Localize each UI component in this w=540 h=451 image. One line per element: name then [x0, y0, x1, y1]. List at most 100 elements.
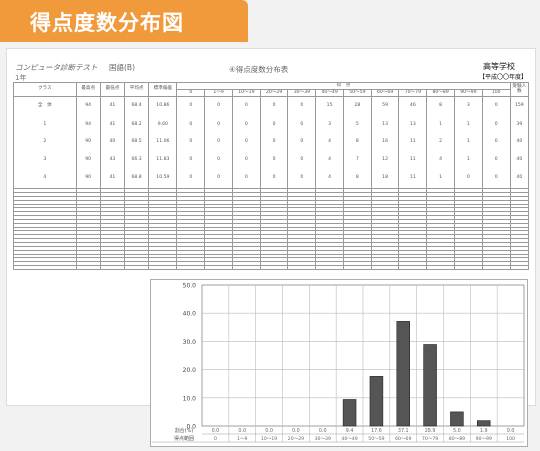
- histogram-bar: [396, 321, 410, 427]
- table-cell: 0: [259, 96, 289, 117]
- ratio-row-label: 割合(%): [175, 427, 194, 434]
- table-cell: 41: [99, 116, 126, 134]
- table-cell: 0: [176, 151, 206, 170]
- table-cell: 全 体: [13, 96, 77, 117]
- table-cell: 94: [75, 96, 101, 117]
- table-cell: 0: [176, 169, 206, 189]
- table-cell: [370, 265, 400, 270]
- bin-header: 1〜9: [204, 89, 233, 97]
- table-cell: 0: [481, 169, 511, 189]
- category-label: 40〜49: [341, 436, 357, 442]
- table-cell: [75, 265, 101, 270]
- era-label: 【平成〇〇年度】: [478, 74, 527, 81]
- table-cell: 90: [75, 133, 101, 152]
- table-cell: 3: [315, 116, 344, 134]
- category-label: 100: [506, 436, 515, 442]
- y-tick-label: 10.0: [183, 395, 197, 402]
- chart-frame: [150, 279, 528, 447]
- bin-header: 20〜29: [259, 89, 289, 97]
- table-cell: 68.4: [124, 96, 150, 117]
- col-header-total: 受験人数: [509, 82, 530, 97]
- table-cell: 0: [287, 151, 317, 170]
- table-cell: 0: [287, 116, 317, 134]
- ratio-value-label: 37.1: [398, 428, 409, 434]
- table-cell: 5: [342, 116, 372, 134]
- table-cell: 4: [426, 151, 455, 170]
- col-header-max: 最高点: [75, 82, 101, 97]
- histogram-bar: [477, 420, 491, 427]
- table-cell: 0: [481, 96, 511, 117]
- frequency-table: クラス 最高点 最低点 平均点 標準偏差 得 点 受験人数 0 1〜9 10〜19 2…: [13, 82, 530, 270]
- table-cell: 2: [13, 133, 77, 152]
- table-cell: [148, 265, 178, 270]
- table-cell: 0: [287, 96, 317, 117]
- histogram-bar: [369, 376, 384, 427]
- bin-header: 90〜99: [453, 89, 483, 97]
- bin-header: 40〜49: [315, 89, 344, 97]
- school-name: 高等学校: [483, 62, 515, 71]
- document-title: ④得点度数分布表: [229, 65, 289, 74]
- table-cell: 13: [370, 116, 400, 134]
- ratio-value-label: 0.0: [265, 428, 273, 434]
- table-cell: 41: [99, 96, 126, 117]
- table-cell: 1: [453, 151, 483, 170]
- table-cell: 0: [231, 116, 261, 134]
- category-label: 20〜29: [288, 436, 304, 442]
- ratio-value-label: 17.6: [371, 428, 382, 434]
- table-row: 全 体 94 41 68.4 10.86 0 0 0 0 0 15 28 59 46 8 3 0 159: [13, 96, 530, 117]
- histogram-svg: 50.0 40.0 30.0 20.0 10.0 0.0 割合(%)得点範囲 0.0 0 0.0 1…: [150, 279, 528, 447]
- table-cell: 0: [481, 116, 511, 134]
- table-cell: 46: [398, 96, 428, 117]
- table-cell: [453, 265, 483, 270]
- table-cell: 11.06: [148, 133, 178, 152]
- table-cell: [204, 265, 233, 270]
- table-cell: 0: [481, 133, 511, 152]
- table-cell: [259, 265, 289, 270]
- table-cell: 13: [398, 116, 428, 134]
- table-cell: 16: [370, 133, 400, 152]
- table-cell: 0: [204, 116, 233, 134]
- table-cell: 0: [453, 169, 483, 189]
- category-label: 70〜79: [422, 436, 438, 442]
- category-label: 10〜19: [261, 436, 277, 442]
- table-cell: 10.86: [148, 96, 178, 117]
- table-cell: 159: [509, 96, 530, 117]
- y-tick-label: 40.0: [183, 311, 197, 318]
- table-cell: 11.83: [148, 151, 178, 170]
- table-cell: 0: [231, 133, 261, 152]
- table-row: 4 90 41 68.8 10.59 0 0 0 0 0 4 8 18 11 1 0 0 40: [13, 169, 530, 189]
- table-cell: 0: [176, 96, 206, 117]
- table-cell: 8: [342, 169, 372, 189]
- empty-row: [13, 265, 530, 270]
- table-cell: 1: [453, 133, 483, 152]
- table-cell: 1: [426, 116, 455, 134]
- table-cell: 43: [99, 151, 126, 170]
- table-cell: [287, 265, 317, 270]
- bin-header: 30〜39: [287, 89, 317, 97]
- table-cell: 0: [259, 116, 289, 134]
- table-cell: [315, 265, 344, 270]
- range-row-label: 得点範囲: [174, 435, 194, 442]
- histogram-bar: [423, 344, 437, 427]
- category-label: 80〜89: [449, 436, 465, 442]
- table-cell: 0: [259, 151, 289, 170]
- table-cell: 40: [509, 151, 530, 170]
- table-cell: 0: [204, 96, 233, 117]
- ratio-value-label: 0.0: [507, 428, 515, 434]
- table-cell: 7: [342, 151, 372, 170]
- table-cell: 0: [481, 151, 511, 170]
- table-cell: 15: [315, 96, 344, 117]
- table-cell: 0: [259, 133, 289, 152]
- table-cell: 0: [231, 151, 261, 170]
- table-cell: [124, 265, 150, 270]
- test-name: コンピュータ診断テスト: [15, 63, 98, 72]
- table-cell: [176, 265, 206, 270]
- table-cell: [99, 265, 126, 270]
- table-cell: 0: [176, 133, 206, 152]
- y-tick-label: 20.0: [183, 367, 197, 374]
- bin-header: 10〜19: [231, 89, 261, 97]
- col-header-avg: 平均点: [124, 82, 150, 97]
- table-cell: 0: [204, 133, 233, 152]
- table-cell: 40: [509, 169, 530, 189]
- document-sheet: コンピュータ診断テスト 1年 国語(B) ④得点度数分布表 高等学校 【平成〇〇…: [6, 48, 536, 447]
